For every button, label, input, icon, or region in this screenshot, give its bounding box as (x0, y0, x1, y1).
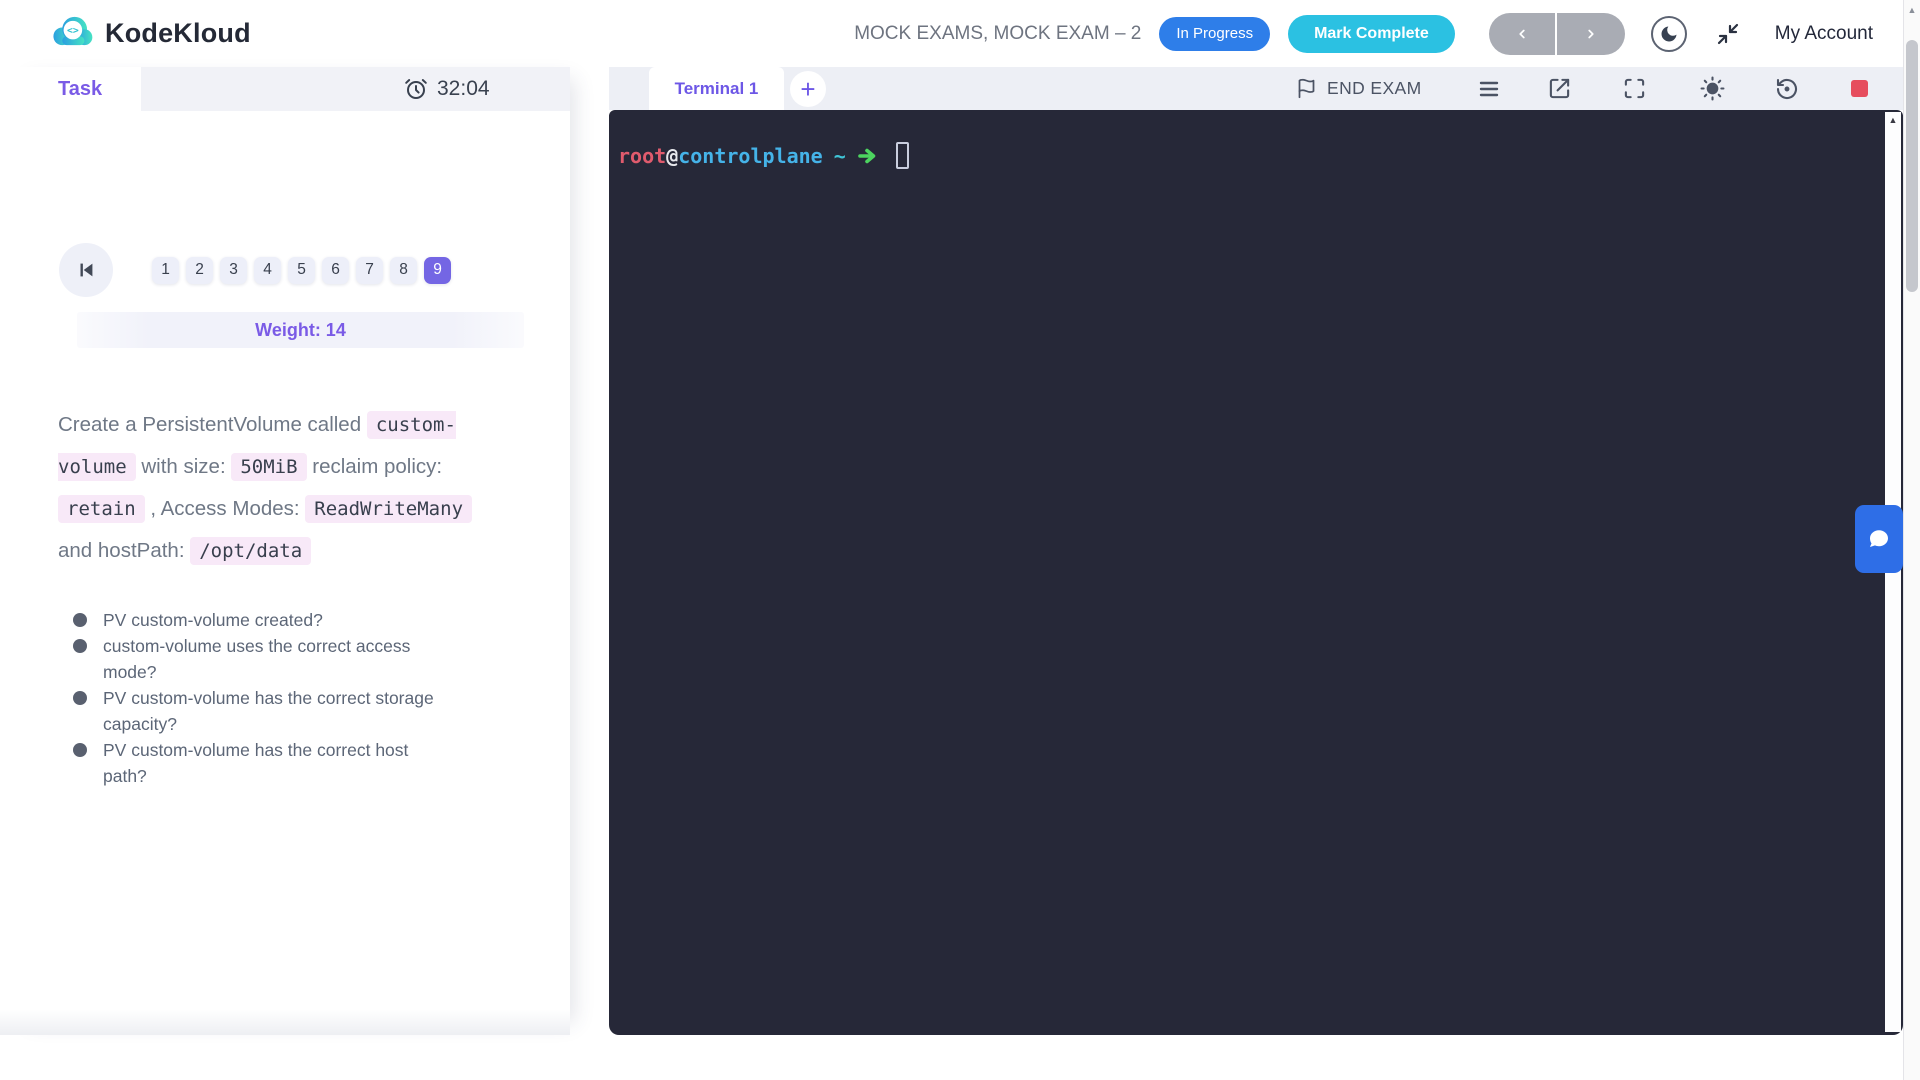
hamburger-menu-icon (1477, 77, 1501, 101)
status-badge: In Progress (1159, 17, 1270, 51)
chevron-right-icon (1584, 27, 1598, 41)
terminal-menu-button[interactable] (1475, 75, 1502, 102)
task-description: Create a PersistentVolume called custom-… (58, 404, 495, 572)
brightness-toggle-button[interactable] (1699, 75, 1726, 102)
page-scrollbar[interactable]: ▲ (1903, 0, 1920, 1080)
prompt-separator: @ (666, 144, 678, 168)
checklist-item: PV custom-volume has the correct storage… (73, 685, 438, 737)
description-text: Create a PersistentVolume called (58, 413, 367, 436)
collapse-view-button[interactable] (1715, 21, 1741, 47)
minimize-icon (1716, 22, 1740, 46)
page-button-5[interactable]: 5 (288, 257, 315, 284)
restart-terminal-button[interactable] (1773, 75, 1800, 102)
page-button-8[interactable]: 8 (390, 257, 417, 284)
end-exam-button[interactable]: END EXAM (1296, 67, 1422, 110)
description-text: reclaim policy: (307, 455, 443, 478)
alarm-clock-icon (404, 77, 428, 101)
timer-value: 32:04 (437, 77, 490, 101)
skip-to-first-icon (75, 259, 97, 281)
chevron-left-icon (1515, 27, 1529, 41)
prompt-user: root (618, 144, 666, 168)
mark-complete-button[interactable]: Mark Complete (1288, 15, 1455, 53)
exam-timer: 32:04 (404, 67, 490, 111)
description-text: , Access Modes: (145, 497, 306, 520)
exam-breadcrumb: MOCK EXAMS, MOCK EXAM – 2 (854, 23, 1141, 45)
chat-bubble-icon (1867, 527, 1891, 551)
timer-bar: 32:04 (141, 67, 570, 111)
description-text: and hostPath: (58, 539, 190, 562)
next-question-button[interactable] (1557, 13, 1625, 55)
pagination-pages: 123456789 (152, 257, 451, 284)
flag-icon (1296, 78, 1317, 99)
terminal-section: Terminal 1 + END EXAM (609, 67, 1903, 1035)
prompt-arrow-icon (857, 147, 881, 165)
my-account-menu[interactable]: My Account (1775, 23, 1873, 45)
checklist-item: custom-volume uses the correct access mo… (73, 633, 438, 685)
code-chip: ReadWriteMany (305, 495, 472, 523)
prompt-path: ~ (834, 144, 846, 168)
brand: <> KodeKloud (49, 0, 251, 67)
kodekloud-logo-icon: <> (49, 12, 95, 55)
end-exam-label: END EXAM (1327, 78, 1422, 99)
checklist-item: PV custom-volume has the correct host pa… (73, 737, 438, 789)
dark-mode-toggle[interactable] (1651, 16, 1687, 52)
terminal-tabbar: Terminal 1 + END EXAM (609, 67, 1903, 110)
terminal-screen[interactable]: root@controlplane ~ ▲ (609, 110, 1903, 1035)
weight-label: Weight: 14 (255, 320, 346, 341)
sun-icon (1700, 76, 1725, 101)
question-nav-arrows (1489, 13, 1625, 55)
app-header: <> KodeKloud MOCK EXAMS, MOCK EXAM – 2 I… (0, 0, 1920, 67)
code-chip: 50MiB (231, 453, 306, 481)
screen: <> KodeKloud MOCK EXAMS, MOCK EXAM – 2 I… (0, 0, 1920, 1080)
fullscreen-icon (1623, 77, 1646, 100)
brand-name: KodeKloud (105, 18, 251, 49)
fullscreen-button[interactable] (1621, 75, 1648, 102)
terminal-prompt: root@controlplane ~ (618, 142, 909, 169)
external-link-icon (1548, 77, 1571, 100)
page-scroll-up-icon[interactable]: ▲ (1904, 5, 1920, 15)
page-button-1[interactable]: 1 (152, 257, 179, 284)
prompt-host: controlplane (678, 144, 823, 168)
prev-question-button[interactable] (1489, 13, 1557, 55)
page-button-4[interactable]: 4 (254, 257, 281, 284)
weight-bar: Weight: 14 (77, 312, 524, 348)
code-chip: retain (58, 495, 145, 523)
tab-terminal-1[interactable]: Terminal 1 (649, 67, 784, 110)
checklist-item: PV custom-volume created? (73, 607, 438, 633)
terminal-cursor (896, 142, 909, 169)
scroll-up-arrow-icon[interactable]: ▲ (1885, 115, 1901, 125)
stop-terminal-button[interactable] (1851, 80, 1868, 97)
header-right: MOCK EXAMS, MOCK EXAM – 2 In Progress Ma… (854, 0, 1873, 67)
page-button-9[interactable]: 9 (424, 257, 451, 284)
chat-support-button[interactable] (1855, 505, 1903, 573)
code-chip: /opt/data (190, 537, 311, 565)
question-pager: 123456789 (59, 243, 451, 297)
page-button-2[interactable]: 2 (186, 257, 213, 284)
page-button-3[interactable]: 3 (220, 257, 247, 284)
first-question-button[interactable] (59, 243, 113, 297)
task-panel-title: Task (58, 67, 102, 111)
page-scrollbar-thumb[interactable] (1906, 40, 1918, 292)
open-new-window-button[interactable] (1546, 75, 1573, 102)
add-terminal-button[interactable]: + (790, 71, 826, 107)
page-button-7[interactable]: 7 (356, 257, 383, 284)
task-checklist: PV custom-volume created?custom-volume u… (73, 607, 448, 789)
task-panel: Task 32:04 123456789 Weight: 14 Crea (0, 67, 570, 1035)
svg-text:<>: <> (67, 26, 79, 37)
description-text: with size: (136, 455, 232, 478)
restart-icon (1775, 77, 1799, 101)
task-header: Task 32:04 (0, 67, 570, 111)
page-button-6[interactable]: 6 (322, 257, 349, 284)
moon-icon (1659, 24, 1679, 44)
